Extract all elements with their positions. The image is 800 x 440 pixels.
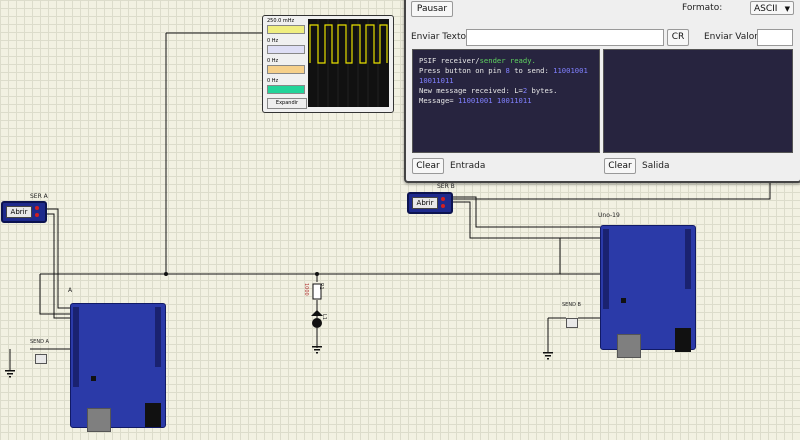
ch1-bar[interactable] — [267, 25, 305, 34]
send-text-input[interactable] — [466, 29, 664, 46]
ch3-bar[interactable] — [267, 65, 305, 74]
board-b-usb — [617, 334, 641, 358]
term-line5b: 11001001 10011011 — [457, 96, 532, 105]
input-title: Entrada — [450, 161, 486, 171]
cr-button[interactable]: CR — [667, 29, 689, 46]
ser-b-rx-led — [441, 204, 445, 208]
ser-a-panel: Abrir — [1, 201, 47, 223]
board-a-usb — [87, 408, 111, 432]
chevron-down-icon: ▼ — [784, 5, 790, 13]
send-value-label: Enviar Valor: — [704, 32, 761, 42]
ch2-freq: 0 Hz — [267, 38, 279, 44]
format-label: Formato: — [682, 3, 723, 13]
oscilloscope[interactable]: 250.0 mHz 0 Hz 0 Hz 0 Hz Expandir — [262, 15, 394, 113]
send-b-button[interactable] — [566, 318, 578, 328]
resistor-label: R1 — [318, 283, 324, 290]
ser-b-open-button[interactable]: Abrir — [412, 197, 438, 209]
ser-a-rx-led — [35, 213, 39, 217]
scope-screen — [308, 19, 389, 107]
term-line5a: Message= — [419, 96, 458, 105]
clear-output-button[interactable]: Clear — [604, 158, 636, 174]
serial-monitor-window: Pausar Formato: ASCII ▼ Enviar Texto: CR… — [404, 0, 800, 183]
send-value-input[interactable] — [757, 29, 793, 46]
pause-button[interactable]: Pausar — [411, 1, 453, 17]
ch4-bar[interactable] — [267, 85, 305, 94]
ser-b-title: SER B — [437, 183, 455, 190]
term-line2c: to send: — [509, 66, 554, 75]
ser-b-tx-led — [441, 197, 445, 201]
term-line1b: sender ready. — [479, 56, 536, 65]
ser-a-title: SER A — [30, 193, 48, 200]
board-a-label: A — [68, 287, 73, 294]
scope-trace — [309, 19, 388, 107]
board-a-power-jack — [145, 403, 161, 427]
term-line2d: 11001001 — [553, 66, 588, 75]
ser-a-tx-led — [35, 206, 39, 210]
ch3-freq: 0 Hz — [267, 58, 279, 64]
resistor-value: 1000 — [303, 283, 309, 296]
ch1-freq: 250.0 mHz — [267, 18, 295, 24]
arduino-board-b[interactable] — [600, 225, 696, 358]
send-b-label: SEND B — [562, 302, 581, 308]
send-a-label: SEND A — [30, 339, 49, 345]
format-select[interactable]: ASCII ▼ — [750, 1, 794, 15]
board-b-power-jack — [675, 328, 691, 352]
ch4-freq: 0 Hz — [267, 78, 279, 84]
term-line1a: PSIF receiver/ — [419, 56, 480, 65]
led-label: L1 — [321, 314, 327, 320]
clear-input-button[interactable]: Clear — [412, 158, 444, 174]
output-title: Salida — [642, 161, 670, 171]
board-b-label: Uno-19 — [598, 212, 620, 219]
term-line3: 10011011 — [419, 76, 454, 85]
term-line4a: New message received: L= — [419, 86, 523, 95]
format-value: ASCII — [754, 4, 778, 14]
term-line4c: bytes. — [527, 86, 558, 95]
ch2-bar[interactable] — [267, 45, 305, 54]
ser-b-panel: Abrir — [407, 192, 453, 214]
ser-a-open-button[interactable]: Abrir — [6, 206, 32, 218]
send-a-button[interactable] — [35, 354, 47, 364]
expand-button[interactable]: Expandir — [267, 98, 307, 109]
arduino-board-a[interactable] — [70, 303, 166, 432]
send-text-label: Enviar Texto: — [411, 32, 470, 42]
input-terminal[interactable]: PSIF receiver/sender ready. Press button… — [412, 49, 600, 153]
output-terminal[interactable] — [603, 49, 793, 153]
term-line2a: Press button on pin — [419, 66, 506, 75]
